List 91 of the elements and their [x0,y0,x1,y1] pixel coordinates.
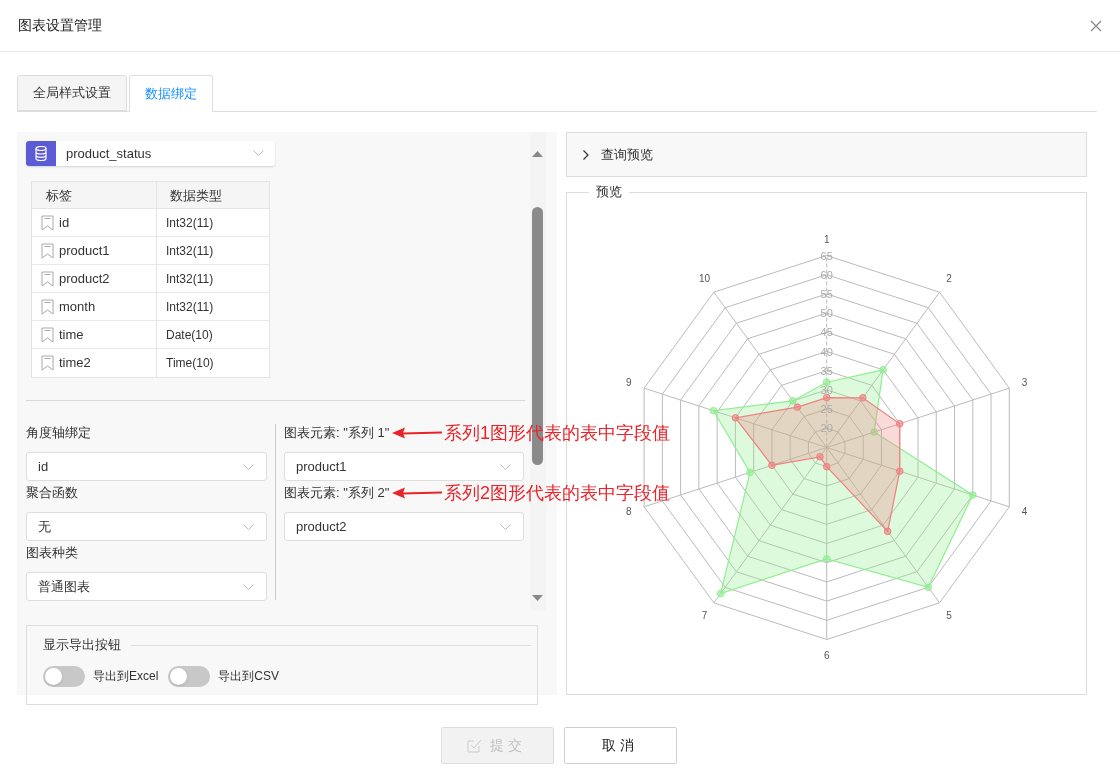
data-point [822,393,831,402]
data-point [879,366,887,374]
field-label: 图表元素: "系列 2" [284,484,390,503]
table-cell-text: Date(10) [165,327,214,344]
toggle-switch[interactable] [168,665,211,687]
data-point [746,468,754,477]
toggle-switch[interactable] [43,665,85,687]
tick-label: 55 [820,287,833,300]
field-label: 聚合函数 [26,484,78,503]
data-point [716,589,725,598]
axis-label: 9 [626,377,632,389]
axis-label: 3 [1021,377,1028,389]
table-cell-text: id [59,213,70,232]
select-field[interactable]: product2 [284,512,524,541]
annotation-text: 系列2图形代表的表中字段值 [444,481,670,505]
scroll-up-icon[interactable] [532,151,543,157]
group-title: 显示导出按钮 [43,636,121,655]
chevron-down-icon [243,463,254,470]
tick-label: 60 [820,268,833,281]
tick-label: 40 [820,345,833,358]
data-point [895,419,904,428]
chevron-down-icon [500,463,511,470]
axis-label: 7 [701,609,708,621]
toggle-label: 导出到Excel [93,668,159,685]
bookmark-icon [41,270,54,287]
table-cell-text: product2 [59,269,110,288]
database-icon [35,146,47,161]
tab[interactable]: 全局样式设置 [17,75,127,111]
axis-label: 4 [1021,505,1028,517]
arrow-annotation [392,427,442,439]
table-cell-text: time [59,325,84,344]
data-point [822,555,831,563]
tick-label: 30 [820,383,833,396]
chevron-down-icon [253,150,264,156]
data-point [731,414,740,422]
data-point [709,406,718,415]
select-field[interactable]: 普通图表 [26,572,267,601]
axis-label: 10 [698,273,710,285]
arrow-annotation [392,487,442,499]
group-title: 预览 [589,183,629,201]
data-point [822,378,831,386]
bookmark-icon [41,326,54,343]
edit-check-icon [467,738,483,753]
query-preview-panel[interactable]: 查询预览 [566,132,1087,177]
panel-title: 查询预览 [601,145,653,164]
bookmark-icon [41,242,54,259]
data-point [895,467,904,476]
axis-label: 5 [946,609,952,621]
toggle-label: 导出到CSV [218,668,280,685]
select-value: product_status [65,145,153,163]
chevron-down-icon [500,523,511,530]
select-field[interactable]: id [26,452,267,481]
axis-label: 1 [823,233,830,245]
bookmark-icon [41,298,54,315]
column-header: 数据类型 [169,187,223,205]
table-cell-text: Time(10) [165,355,215,372]
table-select[interactable]: product_status [26,141,275,166]
scroll-down-icon[interactable] [532,595,543,601]
axis-label: 2 [946,273,952,285]
table-cell-text: Int32(11) [165,299,215,316]
table-cell-text: product1 [59,241,110,260]
field-label: 图表种类 [26,544,78,563]
field-label: 角度轴绑定 [26,424,91,443]
select-field[interactable]: 无 [26,512,267,541]
close-icon[interactable] [1090,19,1102,32]
data-point [924,583,933,592]
tick-label: 35 [820,364,833,377]
chevron-down-icon [243,583,254,590]
tick-label: 45 [820,326,833,339]
bookmark-icon [41,355,54,371]
chevron-down-icon [243,523,254,530]
field-label: 图表元素: "系列 1" [284,424,390,443]
dialog-title: 图表设置管理 [18,16,102,35]
table-cell-text: Int32(11) [165,243,215,260]
data-point [883,527,892,536]
axis-label: 6 [823,649,830,661]
table-cell-text: month [59,297,96,316]
tick-label: 50 [820,307,833,320]
table-cell-text: time2 [59,354,91,373]
data-point [859,394,867,402]
column-header: 标签 [32,182,157,208]
tick-label: 65 [820,249,833,262]
data-point [768,461,776,470]
bookmark-icon [41,214,54,231]
data-point [969,491,977,499]
select-field[interactable]: product1 [284,452,524,481]
table-cell-text: Int32(11) [165,215,215,232]
axis-label: 8 [626,505,632,517]
table-cell-text: Int32(11) [165,271,215,288]
data-point [822,462,831,471]
cancel-button[interactable]: 取消 [563,727,677,764]
